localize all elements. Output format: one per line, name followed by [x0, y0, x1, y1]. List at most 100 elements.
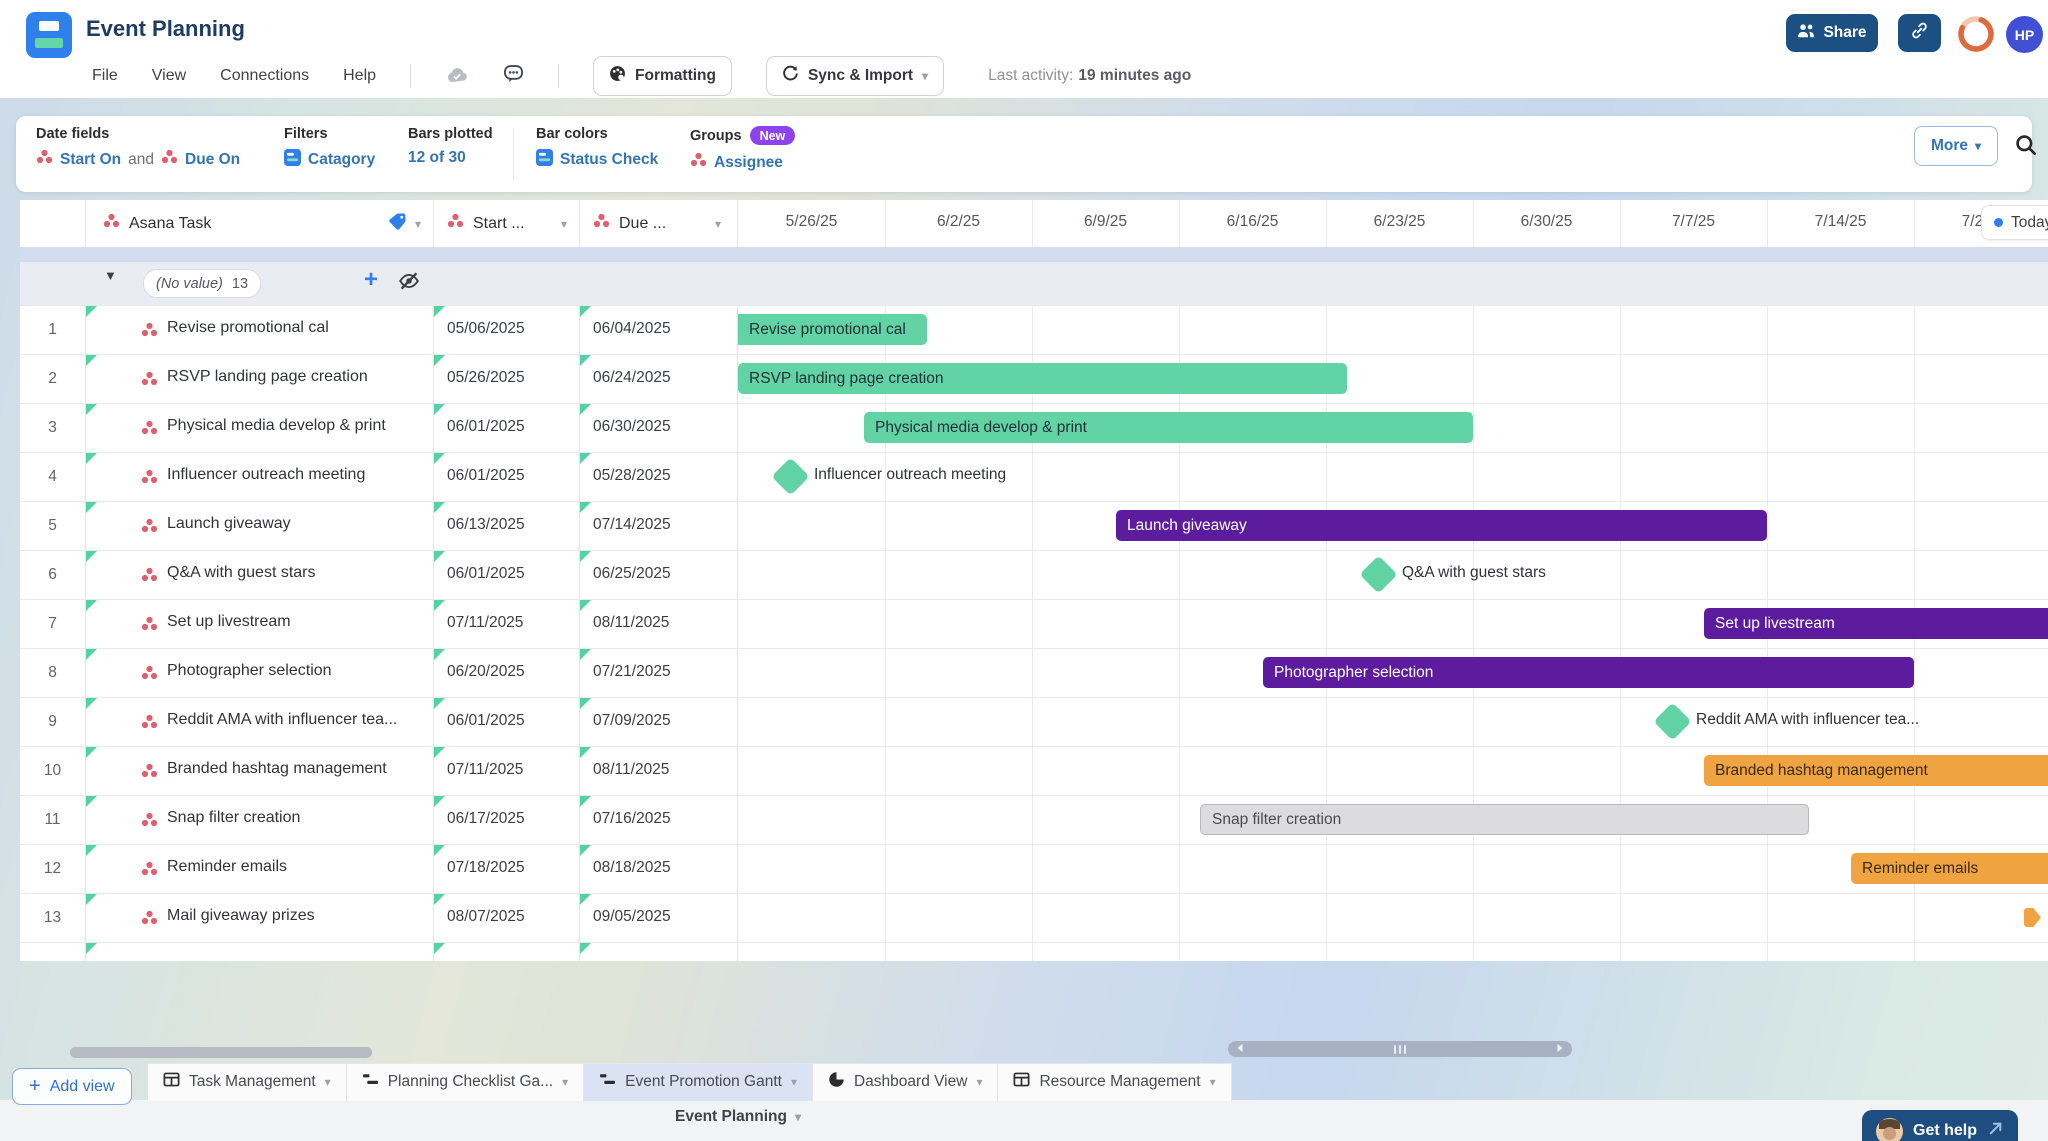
task-name-cell[interactable]: Revise promotional cal: [85, 305, 433, 354]
group-collapse-chevron[interactable]: ▼: [104, 268, 117, 283]
column-header-task[interactable]: Asana Task ▾: [85, 200, 433, 247]
gantt-bar[interactable]: Launch giveaway: [1116, 510, 1767, 541]
row-number[interactable]: 4: [20, 452, 85, 501]
due-date-cell[interactable]: 07/09/2025: [579, 697, 733, 746]
start-field-link[interactable]: Start On: [60, 151, 121, 169]
chevron-down-icon[interactable]: ▾: [976, 1075, 982, 1089]
start-date-cell[interactable]: 06/01/2025: [433, 452, 579, 501]
start-date-cell[interactable]: 06/17/2025: [433, 795, 579, 844]
view-tab-resource-management[interactable]: Resource Management ▾: [998, 1063, 1232, 1101]
gantt-bar[interactable]: Reminder emails: [1851, 853, 2048, 884]
due-date-cell[interactable]: 07/14/2025: [579, 501, 733, 550]
due-date-cell[interactable]: 08/18/2025: [579, 844, 733, 893]
get-help-button[interactable]: Get help: [1862, 1110, 2019, 1141]
due-date-cell[interactable]: 08/11/2025: [579, 599, 733, 648]
start-date-cell[interactable]: 08/07/2025: [433, 893, 579, 942]
row-number[interactable]: 1: [20, 305, 85, 354]
tag-icon[interactable]: [388, 212, 407, 236]
task-name-cell[interactable]: Reddit AMA with influencer tea...: [85, 697, 433, 746]
gantt-horizontal-scrollbar[interactable]: [1228, 1041, 1572, 1057]
chevron-down-icon[interactable]: ▾: [325, 1075, 331, 1089]
due-field-link[interactable]: Due On: [185, 151, 240, 169]
row-number[interactable]: 10: [20, 746, 85, 795]
due-date-cell[interactable]: 06/30/2025: [579, 403, 733, 452]
view-tab-dashboard-view[interactable]: Dashboard View ▾: [812, 1063, 999, 1101]
filter-value-link[interactable]: Catagory: [308, 151, 375, 169]
task-name-cell[interactable]: RSVP landing page creation: [85, 354, 433, 403]
usage-ring-indicator[interactable]: [1956, 14, 1996, 59]
menu-view[interactable]: View: [152, 67, 186, 85]
bars-plotted-link[interactable]: 12 of 30: [408, 149, 466, 167]
task-name-cell[interactable]: Photographer selection: [85, 648, 433, 697]
row-number[interactable]: 9: [20, 697, 85, 746]
gantt-bar[interactable]: Physical media develop & print: [864, 412, 1473, 443]
gantt-bar[interactable]: Branded hashtag management: [1704, 755, 2048, 786]
groups-value-link[interactable]: Assignee: [714, 154, 783, 172]
bar-colors-link[interactable]: Status Check: [560, 151, 658, 169]
task-name-cell[interactable]: Physical media develop & print: [85, 403, 433, 452]
chevron-down-icon[interactable]: ▾: [1210, 1075, 1216, 1089]
sync-import-button[interactable]: Sync & Import ▾: [765, 56, 945, 96]
task-name-cell[interactable]: Q&A with guest stars: [85, 550, 433, 599]
due-date-cell[interactable]: 06/04/2025: [579, 305, 733, 354]
gantt-bar[interactable]: Set up livestream: [1704, 608, 2048, 639]
start-date-cell[interactable]: 05/06/2025: [433, 305, 579, 354]
view-tab-planning-checklist-ga[interactable]: Planning Checklist Ga... ▾: [346, 1063, 585, 1101]
row-number[interactable]: 11: [20, 795, 85, 844]
view-tab-event-promotion-gantt[interactable]: Event Promotion Gantt ▾: [584, 1063, 813, 1101]
search-icon[interactable]: [2014, 133, 2038, 162]
row-number[interactable]: 8: [20, 648, 85, 697]
add-view-button[interactable]: + Add view: [12, 1068, 132, 1105]
row-number[interactable]: 2: [20, 354, 85, 403]
chevron-down-icon[interactable]: ▾: [415, 217, 421, 231]
row-number[interactable]: 5: [20, 501, 85, 550]
task-name-cell[interactable]: Snap filter creation: [85, 795, 433, 844]
row-number[interactable]: 13: [20, 893, 85, 942]
due-date-cell[interactable]: 07/21/2025: [579, 648, 733, 697]
due-date-cell[interactable]: 09/05/2025: [579, 893, 733, 942]
task-name-cell[interactable]: Reminder emails: [85, 844, 433, 893]
task-name-cell[interactable]: Launch giveaway: [85, 501, 433, 550]
due-date-cell[interactable]: 05/28/2025: [579, 452, 733, 501]
due-date-cell[interactable]: 07/16/2025: [579, 795, 733, 844]
gantt-bar[interactable]: Revise promotional cal: [738, 314, 927, 345]
row-number[interactable]: 7: [20, 599, 85, 648]
group-value-pill[interactable]: (No value) 13: [143, 269, 262, 298]
task-name-cell[interactable]: Set up livestream: [85, 599, 433, 648]
scrollbar-grip[interactable]: [1394, 1044, 1406, 1054]
formatting-button[interactable]: Formatting: [593, 56, 732, 96]
add-row-icon[interactable]: +: [364, 266, 378, 294]
column-header-start[interactable]: Start ... ▾: [433, 200, 579, 247]
due-date-cell[interactable]: 06/24/2025: [579, 354, 733, 403]
menu-file[interactable]: File: [92, 67, 118, 85]
start-date-cell[interactable]: 06/01/2025: [433, 550, 579, 599]
start-date-cell[interactable]: 07/11/2025: [433, 746, 579, 795]
row-number[interactable]: 6: [20, 550, 85, 599]
milestone-diamond[interactable]: [1358, 555, 1398, 594]
due-date-cell[interactable]: 06/25/2025: [579, 550, 733, 599]
start-date-cell[interactable]: 06/01/2025: [433, 697, 579, 746]
start-date-cell[interactable]: 07/18/2025: [433, 844, 579, 893]
row-number[interactable]: 3: [20, 403, 85, 452]
hide-group-icon[interactable]: [398, 271, 420, 296]
chevron-down-icon[interactable]: ▾: [922, 69, 928, 83]
app-logo-icon[interactable]: [26, 12, 72, 58]
offscreen-bar-indicator[interactable]: [2024, 908, 2041, 927]
today-button[interactable]: Today: [1981, 205, 2048, 240]
workbook-switcher[interactable]: Event Planning ▾: [675, 1108, 801, 1126]
table-horizontal-scrollbar[interactable]: [70, 1047, 372, 1058]
gantt-bar[interactable]: Photographer selection: [1263, 657, 1914, 688]
share-button[interactable]: Share: [1786, 14, 1878, 52]
comments-icon[interactable]: [503, 64, 524, 89]
start-date-cell[interactable]: 07/11/2025: [433, 599, 579, 648]
chevron-down-icon[interactable]: ▾: [715, 217, 721, 231]
row-number[interactable]: 12: [20, 844, 85, 893]
start-date-cell[interactable]: 06/13/2025: [433, 501, 579, 550]
start-date-cell[interactable]: 06/20/2025: [433, 648, 579, 697]
chevron-down-icon[interactable]: ▾: [561, 217, 567, 231]
more-button[interactable]: More ▾: [1914, 126, 1998, 166]
copy-link-button[interactable]: [1898, 14, 1941, 52]
gantt-bar[interactable]: Snap filter creation: [1200, 804, 1809, 835]
task-name-cell[interactable]: Influencer outreach meeting: [85, 452, 433, 501]
task-name-cell[interactable]: Mail giveaway prizes: [85, 893, 433, 942]
